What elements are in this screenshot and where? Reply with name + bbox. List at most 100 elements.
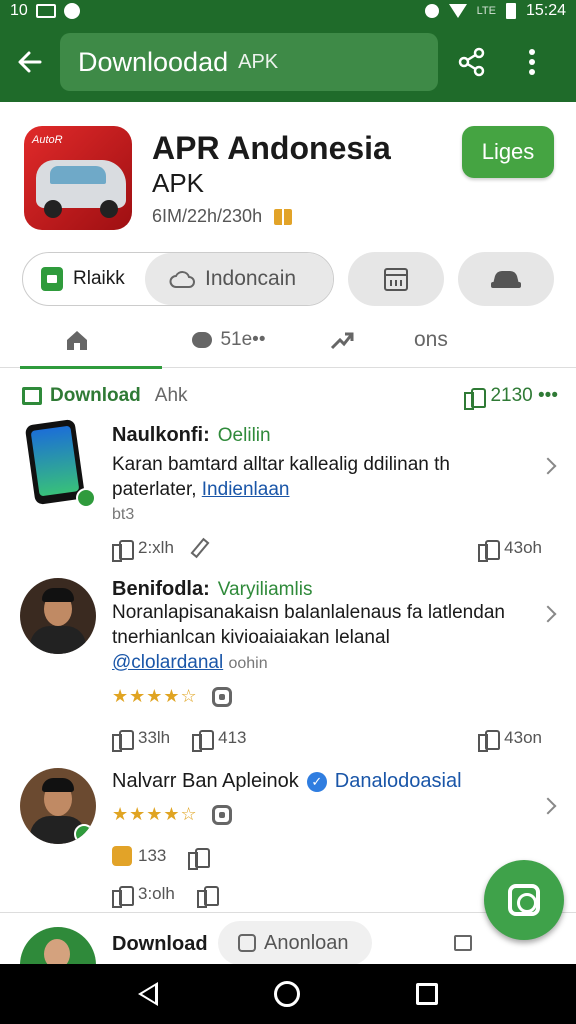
section-header: Download Ahk 2130 ••• xyxy=(0,376,576,416)
gallery-icon xyxy=(35,4,56,18)
comment-icon xyxy=(454,935,472,951)
app-icon: AutoR xyxy=(24,126,132,230)
tab-bar: 51e•• ons xyxy=(0,312,576,369)
thumb-up-icon xyxy=(464,386,487,410)
home-icon xyxy=(67,331,87,350)
search-field[interactable]: Downloodad APK xyxy=(60,33,438,91)
chip-indoncain-label: Indoncain xyxy=(205,267,297,290)
reply-stat[interactable]: 2:xlh xyxy=(112,538,174,562)
notification-icon xyxy=(63,3,80,19)
emoji-stat[interactable]: 133 xyxy=(112,846,166,866)
camera-icon[interactable] xyxy=(211,804,232,825)
wifi-icon xyxy=(448,4,467,18)
comment-icon xyxy=(192,332,213,348)
chevron-right-icon[interactable] xyxy=(539,457,557,475)
review-author: Nalvarr Ban Apleinok ✓ Danalodoasial xyxy=(112,770,462,792)
like-button[interactable] xyxy=(188,846,211,870)
tab-comments[interactable]: 51e•• xyxy=(162,312,296,368)
thumb-up-icon xyxy=(112,728,134,752)
camera-lens-icon xyxy=(508,884,540,916)
like-stat[interactable]: 43oh xyxy=(478,538,542,562)
review-tag: Danalodoasial xyxy=(334,770,462,792)
app-icon-logo: AutoR xyxy=(32,134,63,146)
review-link[interactable]: Indienlaan xyxy=(202,479,290,500)
chevron-right-icon[interactable] xyxy=(539,605,557,623)
thumb-up-icon xyxy=(112,538,134,562)
share-icon xyxy=(458,47,485,77)
verified-check-icon xyxy=(76,488,96,508)
thumb-up-icon xyxy=(188,846,211,870)
app-meta: 6IM/22h/230h xyxy=(152,206,293,227)
rating: ★★★★☆ xyxy=(112,804,232,825)
status-time: 15:24 xyxy=(525,2,566,19)
more-vert-icon xyxy=(529,49,535,75)
chip-rlaikk[interactable]: Rlaikk xyxy=(23,253,145,305)
like-stat-right[interactable]: 43on xyxy=(478,728,542,752)
section-like-count[interactable]: 2130 ••• xyxy=(464,385,558,410)
review-item[interactable]: Benifodla: Varyiliamlis Noranlapisanakai… xyxy=(0,574,576,760)
review-stats: 133 xyxy=(112,842,542,870)
action-chips: Rlaikk Indoncain xyxy=(0,252,576,308)
comment-button[interactable] xyxy=(454,935,472,951)
thumb-up-icon xyxy=(192,728,215,752)
star-rating: ★★★★☆ xyxy=(112,686,198,706)
car-icon xyxy=(491,271,521,288)
section-title: Download xyxy=(50,385,141,406)
download-icon xyxy=(22,387,42,405)
app-meta-text: 6IM/22h/230h xyxy=(152,206,263,226)
chip-rlaikk-label: Rlaikk xyxy=(73,268,125,289)
trending-icon xyxy=(330,332,354,350)
tab-home[interactable] xyxy=(0,312,162,369)
sync-icon xyxy=(424,4,439,18)
avatar xyxy=(20,927,96,964)
app-subtitle: APK xyxy=(152,168,205,198)
chevron-right-icon[interactable] xyxy=(539,797,557,815)
tab-comments-label: 51e•• xyxy=(220,329,266,350)
status-left-text: 10 xyxy=(10,2,28,19)
car-button[interactable] xyxy=(458,252,554,306)
reply-stat[interactable]: 3:olh xyxy=(112,884,175,908)
like-stat[interactable]: 413 xyxy=(192,728,247,752)
list-item-title: Download xyxy=(112,933,208,955)
thumb-up-icon xyxy=(112,884,134,908)
battery-icon xyxy=(505,3,516,19)
calendar-button[interactable] xyxy=(348,252,444,306)
floating-action-button[interactable] xyxy=(484,860,564,940)
back-button[interactable] xyxy=(0,22,60,102)
cloud-icon xyxy=(169,271,195,288)
install-button[interactable]: Liges xyxy=(462,126,554,178)
chat-bubble-icon xyxy=(238,934,256,952)
verified-badge-icon: ✓ xyxy=(306,771,327,792)
tab-trending[interactable] xyxy=(296,312,396,368)
review-stats: 2:xlh 43oh xyxy=(112,534,542,562)
nav-recents-icon[interactable] xyxy=(416,983,438,1005)
rating: ★★★★☆ xyxy=(112,686,232,707)
section-subtitle: Ahk xyxy=(154,385,188,406)
edit-button[interactable] xyxy=(190,537,210,559)
pencil-icon xyxy=(190,537,210,559)
emoji-icon xyxy=(112,846,132,866)
camera-icon[interactable] xyxy=(211,686,232,707)
more-options-button[interactable] xyxy=(506,22,558,102)
share-button[interactable] xyxy=(438,22,506,102)
like-button[interactable] xyxy=(196,884,219,908)
search-text: Downloodad xyxy=(78,46,229,77)
review-tag: Oelilin xyxy=(217,424,271,446)
review-tag: Varyiliamlis xyxy=(217,578,313,600)
nav-back-icon[interactable] xyxy=(138,982,158,1006)
reply-stat[interactable]: 33lh xyxy=(112,728,170,752)
nav-home-icon[interactable] xyxy=(274,981,300,1007)
network-type: LTE xyxy=(476,5,496,17)
review-link[interactable]: @clolardanal xyxy=(112,652,223,673)
avatar xyxy=(20,768,96,844)
anonloan-chip[interactable]: Anonloan xyxy=(218,921,372,964)
review-author: Benifodla: Varyiliamlis xyxy=(112,578,313,600)
review-item[interactable]: Naulkonfi: Oelilin Karan bamtard alltar … xyxy=(0,418,576,570)
chip-indoncain[interactable]: Indoncain xyxy=(145,253,333,305)
app-title: APR Andonesia xyxy=(152,130,391,166)
thumb-up-icon xyxy=(478,538,501,562)
app-header: AutoR APR Andonesia APK 6IM/22h/230h Lig… xyxy=(0,102,576,244)
status-bar: 10 LTE 15:24 xyxy=(0,0,576,22)
thumb-up-icon xyxy=(478,728,501,752)
tab-ons[interactable]: ons xyxy=(396,312,528,368)
